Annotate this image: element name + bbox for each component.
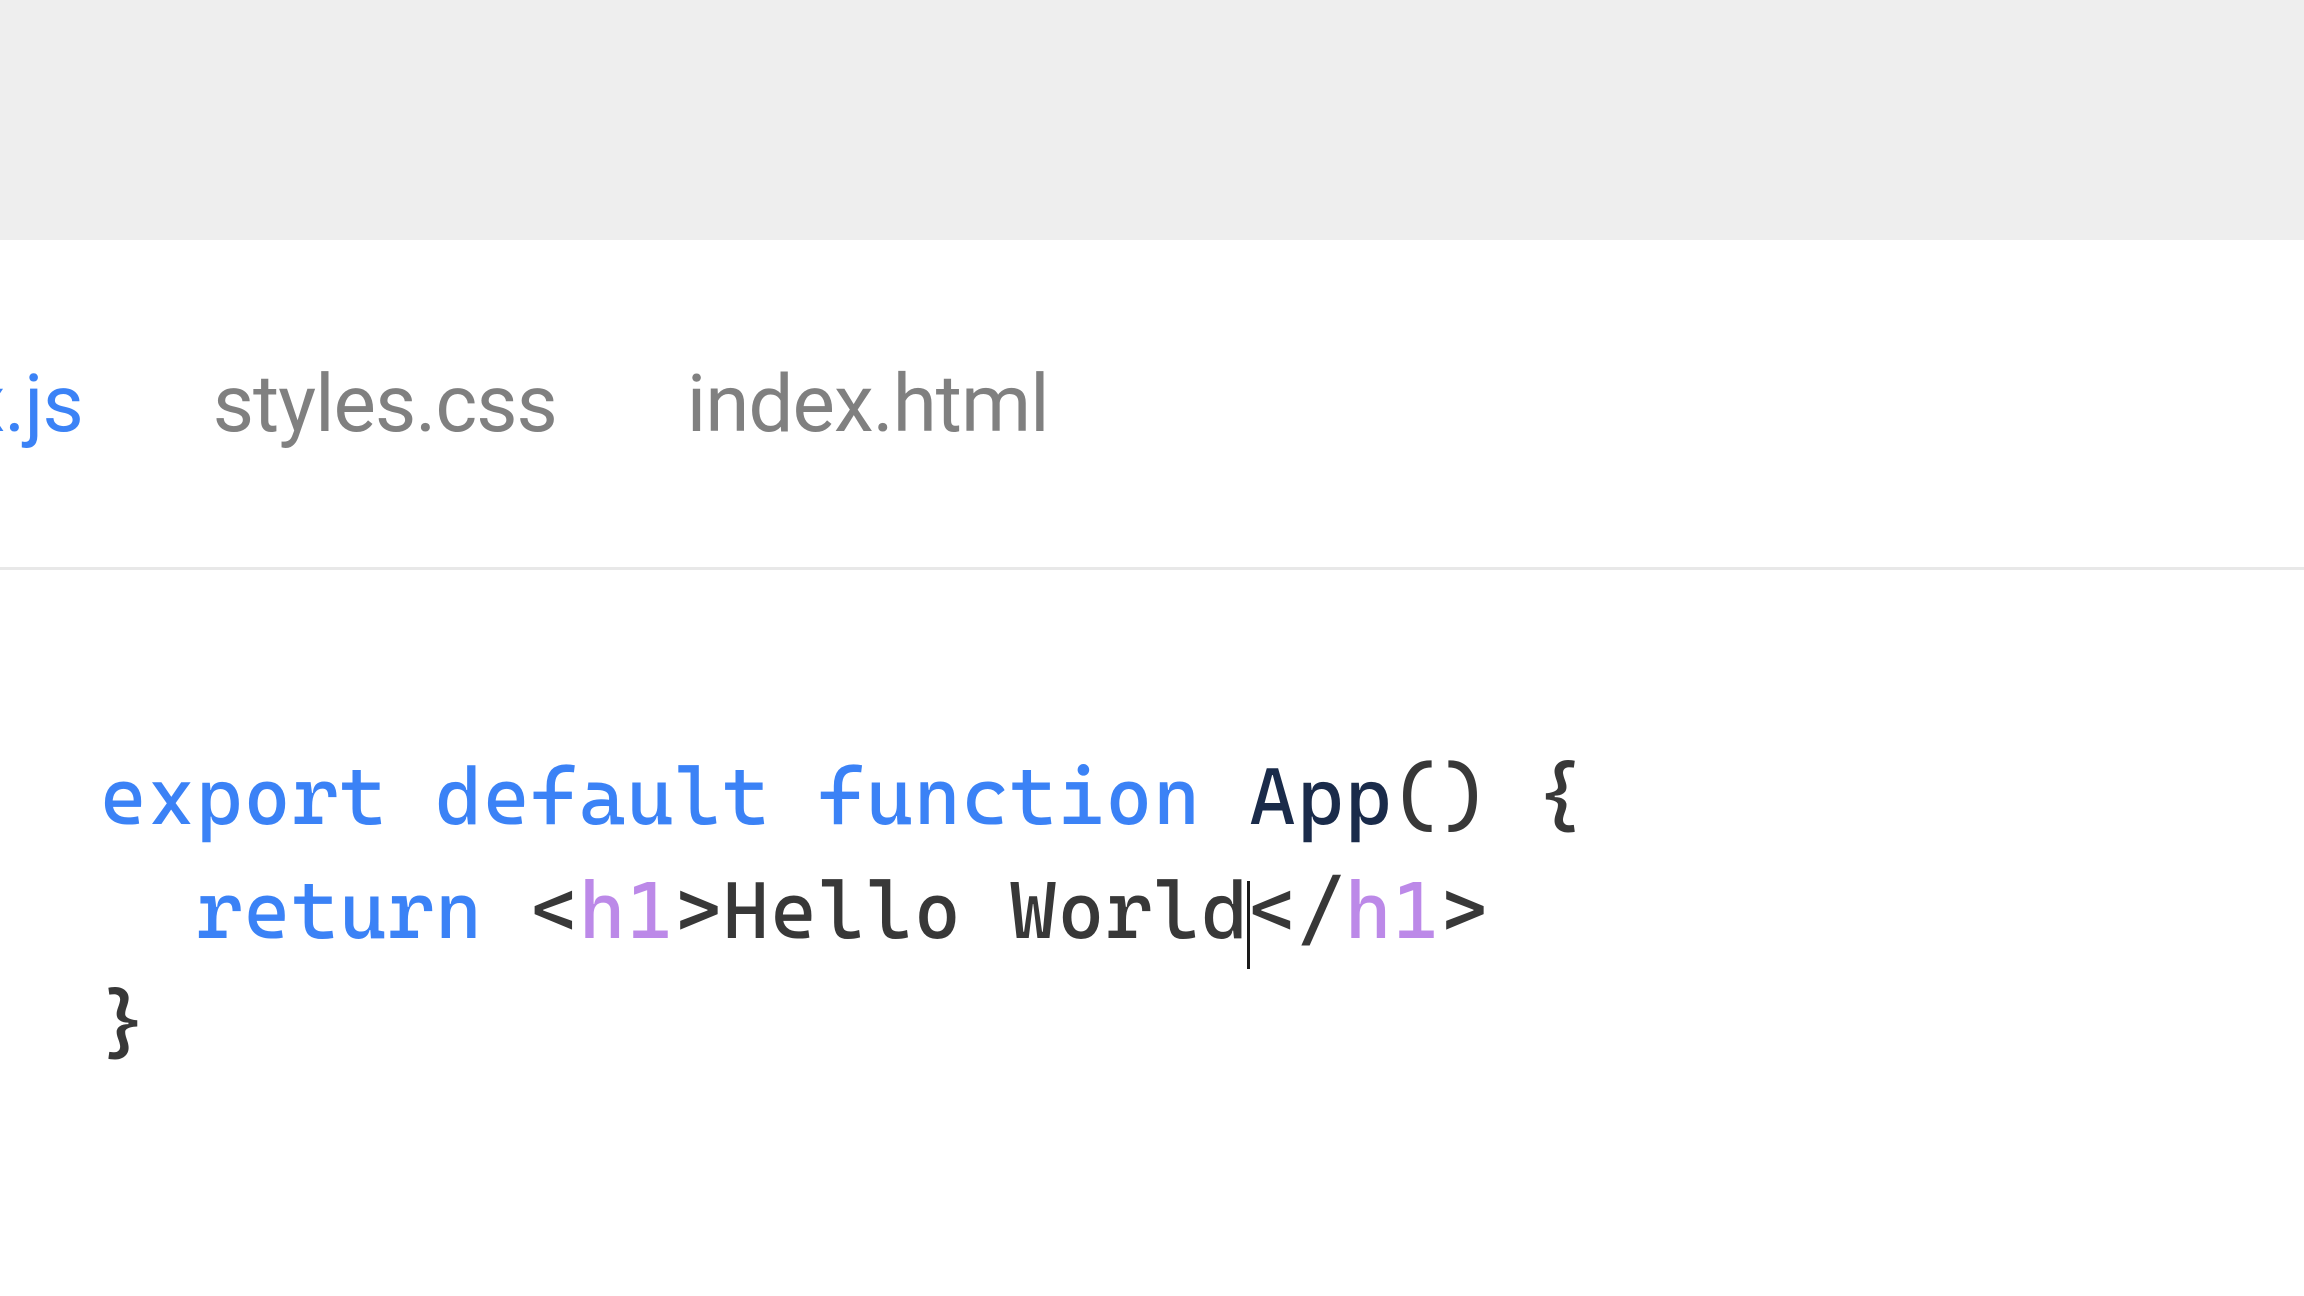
keyword-function: function xyxy=(818,750,1201,843)
tab-index-html[interactable]: index.html xyxy=(687,357,1049,451)
jsx-tag-h1-open: h1 xyxy=(579,864,675,957)
jsx-close-slash: / xyxy=(1297,864,1345,957)
tab-styles-css[interactable]: styles.css xyxy=(213,357,557,451)
parentheses: () xyxy=(1393,750,1489,843)
jsx-tag-h1-close: h1 xyxy=(1345,864,1441,957)
keyword-return: return xyxy=(196,864,483,957)
code-editor[interactable]: export default function App() { return <… xyxy=(0,570,2304,1081)
brace-open: { xyxy=(1536,750,1584,843)
code-line-3: } xyxy=(100,967,2304,1081)
function-name: App xyxy=(1249,750,1393,843)
indent xyxy=(100,864,196,957)
tab-bar: dex.js styles.css index.html xyxy=(0,240,2304,570)
jsx-open-lt: < xyxy=(531,864,579,957)
code-line-1: export default function App() { xyxy=(100,740,2304,854)
code-line-2: return <h1>Hello World</h1> xyxy=(100,854,2304,968)
keyword-default: default xyxy=(435,750,770,843)
jsx-close-gt: > xyxy=(1441,864,1489,957)
brace-close: } xyxy=(100,977,148,1070)
jsx-open-gt: > xyxy=(675,864,723,957)
jsx-text: Hello World xyxy=(722,864,1249,957)
text-cursor xyxy=(1247,881,1250,969)
tab-index-js[interactable]: dex.js xyxy=(0,357,83,451)
toolbar xyxy=(0,0,2304,240)
jsx-close-lt: < xyxy=(1249,864,1297,957)
keyword-export: export xyxy=(100,750,387,843)
